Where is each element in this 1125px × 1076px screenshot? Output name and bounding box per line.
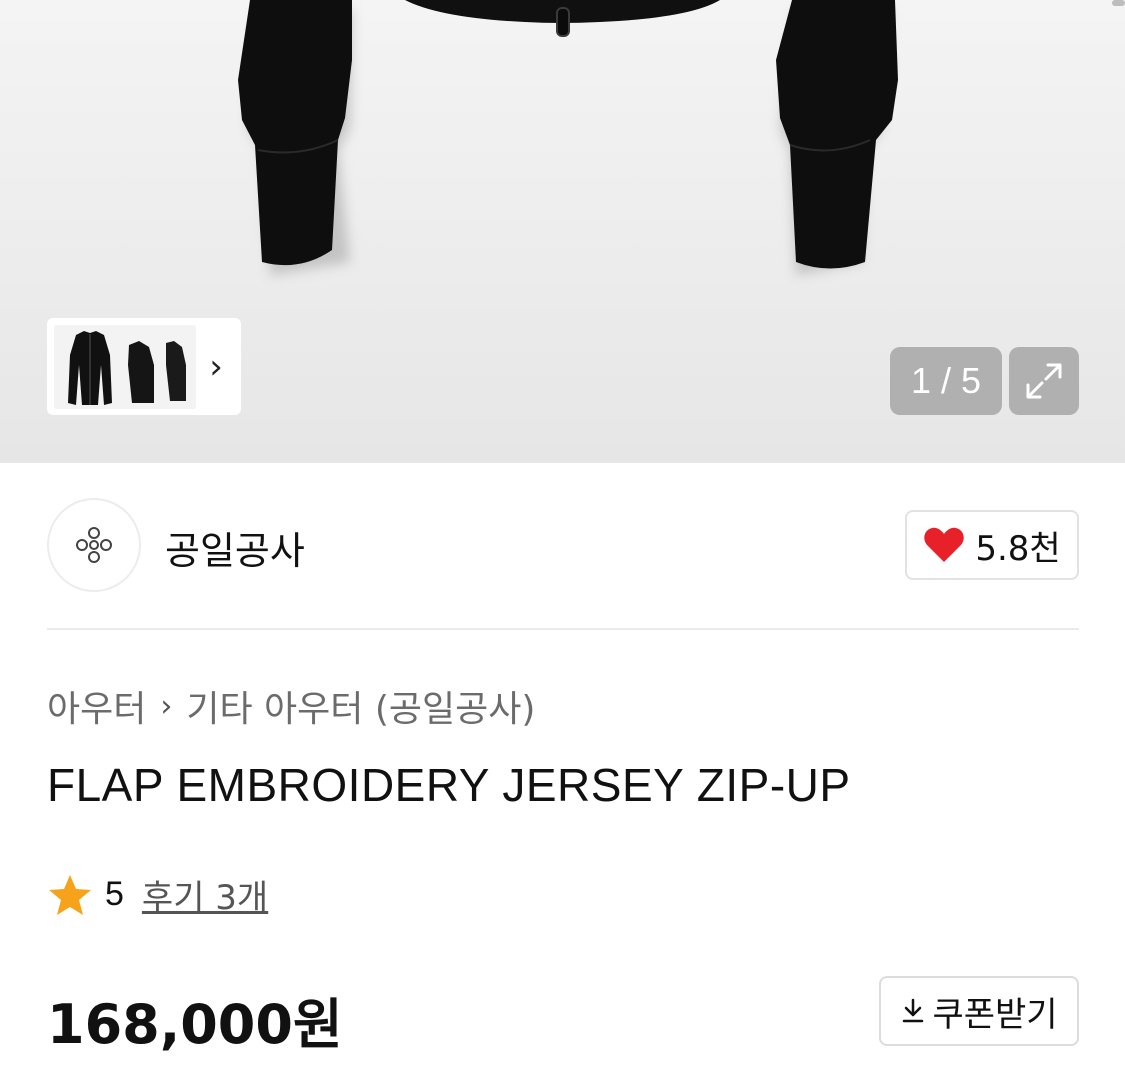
like-button[interactable]: 5.8천 xyxy=(905,510,1079,580)
breadcrumb-category[interactable]: 아우터 xyxy=(47,680,146,732)
coupon-button[interactable]: 쿠폰받기 xyxy=(879,976,1079,1046)
expand-icon xyxy=(1026,363,1062,399)
thumbnail-strip[interactable]: › xyxy=(47,318,241,415)
product-image-gallery[interactable]: › 1 / 5 xyxy=(0,0,1125,463)
brand-logo[interactable] xyxy=(47,498,141,592)
brand-name[interactable]: 공일공사 xyxy=(165,520,305,575)
product-title: FLAP EMBROIDERY JERSEY ZIP-UP xyxy=(47,759,851,811)
like-count: 5.8천 xyxy=(975,528,1061,569)
brand-logo-icon xyxy=(76,527,112,563)
breadcrumb-subcategory[interactable]: 기타 아우터 (공일공사) xyxy=(186,680,535,732)
review-link[interactable]: 후기 3개 xyxy=(142,870,268,919)
thumbnail-image[interactable] xyxy=(54,324,196,409)
coupon-label: 쿠폰받기 xyxy=(932,994,1058,1035)
rating-row: 5 후기 3개 xyxy=(47,870,268,919)
chevron-right-icon: › xyxy=(160,688,173,724)
breadcrumb: 아우터 › 기타 아우터 (공일공사) xyxy=(47,680,535,732)
download-icon xyxy=(903,998,924,1023)
expand-image-button[interactable] xyxy=(1009,347,1079,415)
divider xyxy=(47,628,1079,630)
rating-score: 5 xyxy=(105,875,124,913)
image-page-indicator: 1 / 5 xyxy=(890,347,1002,415)
star-icon xyxy=(49,874,91,915)
thumbnail-jacket-graphic xyxy=(54,324,196,409)
product-price: 168,000원 xyxy=(47,993,343,1056)
heart-icon xyxy=(924,527,965,562)
thumbnail-next-icon[interactable]: › xyxy=(196,325,236,409)
